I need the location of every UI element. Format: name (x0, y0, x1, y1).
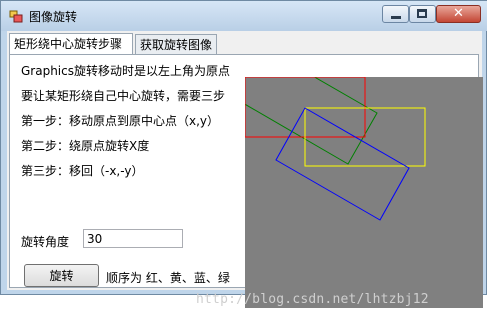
angle-input[interactable] (83, 229, 183, 248)
title-bar[interactable]: 图像旋转 ✕ (1, 1, 487, 31)
blue-rectangle (275, 107, 410, 221)
window-client-area: 矩形绕中心旋转步骤 获取旋转图像 Graphics旋转移动时是以左上角为原点 要… (7, 31, 483, 308)
tab-rotate-steps[interactable]: 矩形绕中心旋转步骤 (9, 33, 133, 55)
main-window: 图像旋转 ✕ 矩形绕中心旋转步骤 获取旋转图像 Graphics旋转移动时是以左… (0, 0, 487, 308)
rotate-button[interactable]: 旋转 (24, 264, 99, 287)
close-button[interactable]: ✕ (436, 5, 481, 23)
window-title: 图像旋转 (29, 10, 78, 24)
rectangles-drawing (216, 36, 426, 221)
order-text: 顺序为 红、黄、蓝、绿 (106, 271, 230, 285)
minimize-icon (391, 16, 401, 19)
info-line-1: Graphics旋转移动时是以左上角为原点 (21, 64, 230, 78)
close-icon: ✕ (453, 6, 464, 21)
step-3-text: 第三步：移回（-x,-y） (21, 164, 144, 178)
minimize-button[interactable] (382, 5, 409, 23)
angle-label: 旋转角度 (21, 235, 70, 249)
green-rectangle (216, 36, 378, 165)
rotation-canvas (216, 36, 483, 308)
tab-page: Graphics旋转移动时是以左上角为原点 要让某矩形绕自己中心旋转，需要三步 … (9, 36, 483, 308)
tab-get-rotated-image[interactable]: 获取旋转图像 (135, 34, 217, 54)
maximize-button[interactable] (409, 5, 436, 23)
step-2-text: 第二步：绕原点旋转X度 (21, 139, 150, 153)
maximize-icon (417, 9, 427, 18)
app-icon (9, 10, 23, 23)
info-line-2: 要让某矩形绕自己中心旋转，需要三步 (21, 89, 226, 103)
watermark-text: http://blog.csdn.net/lhtzbj12 (196, 292, 429, 307)
step-1-text: 第一步：移动原点到原中心点（x,y） (21, 114, 220, 128)
